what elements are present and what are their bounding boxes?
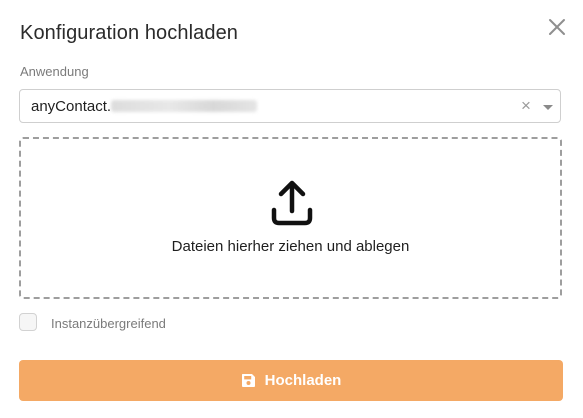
chevron-down-icon[interactable] (543, 105, 553, 110)
cross-instance-label[interactable]: Instanzübergreifend (51, 316, 166, 331)
dropzone-text: Dateien hierher ziehen und ablegen (171, 238, 410, 255)
dialog-title: Konfiguration hochladen (20, 22, 239, 44)
application-select[interactable]: anyContact. × (19, 89, 561, 123)
upload-icon (269, 178, 315, 230)
application-label: Anwendung (20, 64, 89, 79)
upload-button[interactable]: Hochladen (19, 360, 563, 401)
upload-button-label: Hochladen (264, 372, 342, 389)
close-icon[interactable] (546, 16, 568, 38)
application-select-value: anyContact. (31, 98, 258, 115)
upload-config-dialog: Konfiguration hochladen Anwendung anyCon… (0, 0, 583, 418)
cross-instance-checkbox[interactable] (19, 313, 37, 331)
redacted-text (111, 99, 258, 112)
application-selected-text: anyContact. (31, 98, 112, 115)
file-dropzone[interactable]: Dateien hierher ziehen und ablegen (19, 137, 562, 299)
save-icon (241, 374, 255, 387)
clear-selection-icon[interactable]: × (521, 96, 531, 116)
